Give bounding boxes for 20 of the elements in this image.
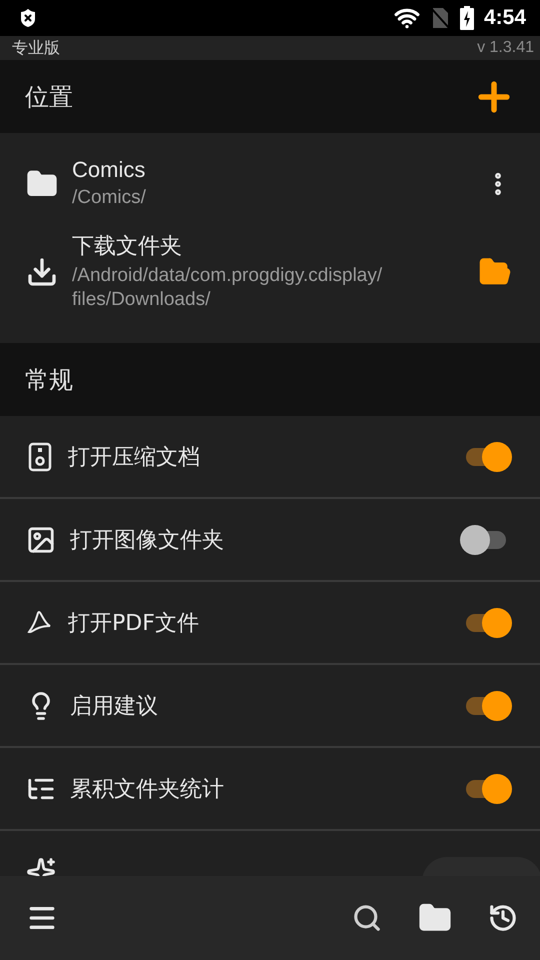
section-title: 位置 bbox=[25, 82, 73, 112]
setting-label: 打开PDF文件 bbox=[68, 610, 199, 636]
version-label: v 1.3.41 bbox=[477, 39, 534, 57]
location-name: 下载文件夹 bbox=[72, 232, 183, 260]
setting-label: 启用建议 bbox=[70, 694, 158, 719]
section-title: 常规 bbox=[25, 364, 73, 396]
download-icon bbox=[26, 256, 58, 288]
image-icon bbox=[26, 524, 56, 555]
archive-icon bbox=[26, 442, 54, 472]
setting-label: 打开图像文件夹 bbox=[70, 528, 224, 553]
location-path: /Android/data/com.progdigy.cdisplay/files/Downloads/ bbox=[72, 264, 384, 312]
battery-icon bbox=[460, 6, 474, 30]
location-name: Comics bbox=[72, 157, 146, 183]
clock-time: 4:54 bbox=[484, 6, 526, 30]
search-button[interactable] bbox=[352, 903, 382, 933]
setting-label: 打开压缩文档 bbox=[68, 444, 200, 470]
history-button[interactable] bbox=[488, 903, 518, 933]
setting-label: 累积文件夹统计 bbox=[70, 776, 224, 802]
location-path: /Comics/ bbox=[72, 186, 147, 210]
edition-label: 专业版 bbox=[12, 38, 60, 58]
